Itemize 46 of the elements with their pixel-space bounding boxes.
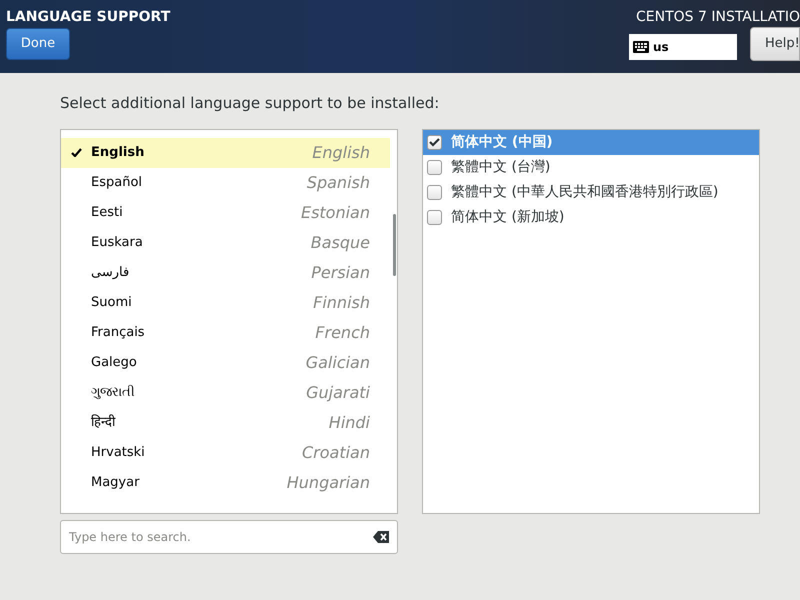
language-name: Suomi [91,294,132,312]
locale-row[interactable]: 简体中文 (新加坡) [423,204,759,230]
locale-label: 简体中文 (中国) [451,132,553,152]
language-english-name: Finnish [313,292,370,314]
language-name: English [91,144,144,162]
language-name: Eesti [91,204,123,222]
language-english-name: Persian [311,262,370,284]
screen-title: LANGUAGE SUPPORT [6,8,170,26]
checkbox[interactable] [427,134,442,150]
language-english-name: Hungarian [286,472,370,494]
product-title: CENTOS 7 INSTALLATIO [636,8,800,26]
language-name: Magyar [91,474,140,492]
language-row[interactable]: English English [61,138,390,168]
instruction-text: Select additional language support to be installed: [60,93,440,114]
search-field[interactable]: Type here to search. [60,520,398,554]
language-english-name: Croatian [302,442,370,464]
language-name: Euskara [91,234,143,252]
locale-label: 繁體中文 (中華人民共和國香港特別行政區) [451,182,718,202]
help-button[interactable]: Help! [750,27,800,61]
keyboard-layout-field[interactable]: us [629,34,737,60]
language-english-name: French [315,322,370,344]
language-name: فارسی [91,264,130,282]
language-english-name: English [312,142,370,164]
language-name: ગુજરાતી [91,384,135,402]
language-name: Français [91,324,145,342]
language-english-name: Basque [310,232,370,254]
checkbox[interactable] [427,210,442,224]
language-english-name: Galician [306,352,370,374]
language-english-name: Hindi [328,412,370,434]
done-button[interactable]: Done [6,28,70,60]
locale-label: 繁體中文 (台灣) [451,158,550,176]
language-name: Galego [91,354,137,372]
language-name: Hrvatski [91,444,145,462]
language-english-name: Gujarati [306,382,370,404]
locale-label: 简体中文 (新加坡) [451,208,564,226]
language-name: हिन्दी [91,413,115,432]
locale-row[interactable]: 繁體中文 (中華人民共和國香港特別行政區) [423,180,759,204]
checkbox[interactable] [427,184,442,200]
locale-row[interactable]: 繁體中文 (台灣) [423,154,759,180]
language-name: Español [91,174,142,192]
checkbox[interactable] [427,160,442,174]
language-english-name: Estonian [300,202,370,224]
keyboard-icon [633,41,649,53]
language-english-name: Spanish [306,172,370,194]
clear-icon[interactable] [373,530,389,542]
scrollbar-thumb[interactable] [393,214,396,276]
